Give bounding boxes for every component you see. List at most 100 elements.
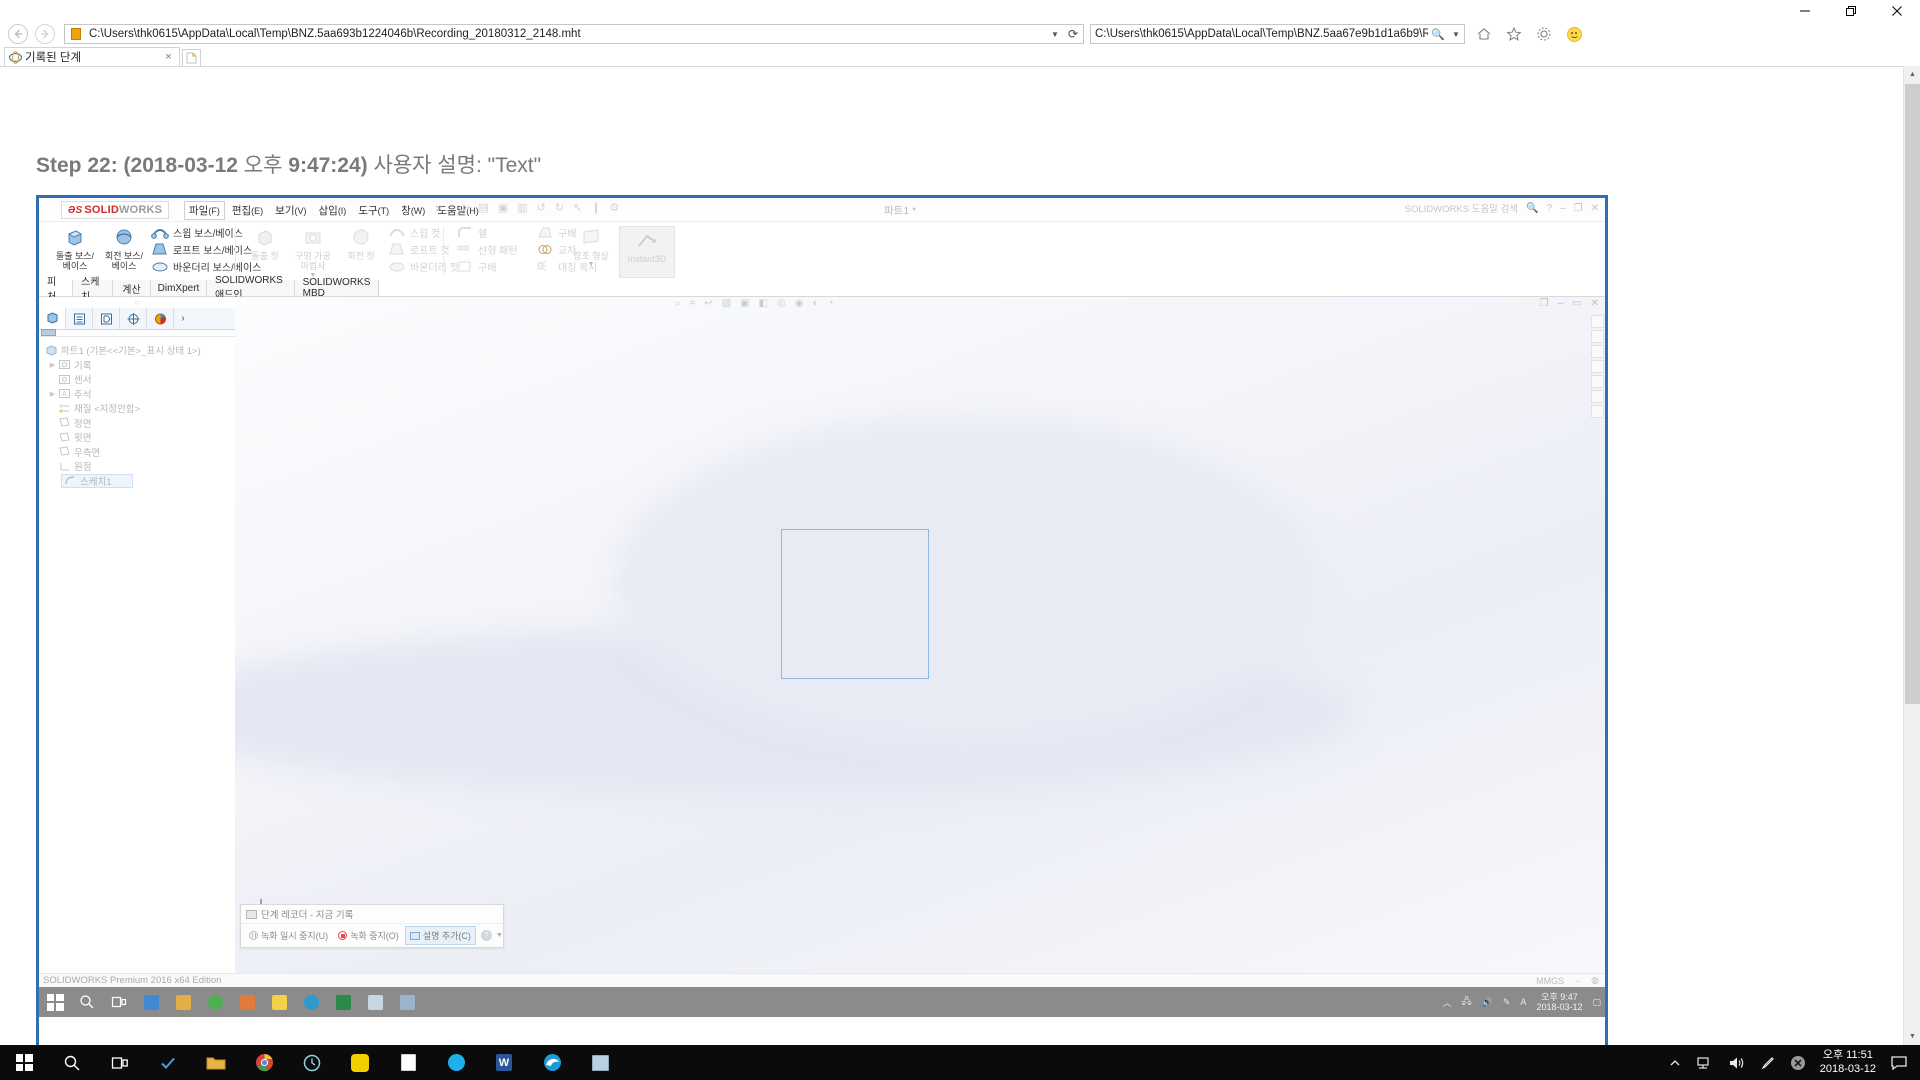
panel-tabs-more-icon[interactable]: ›	[174, 308, 192, 329]
smiley-icon[interactable]	[1565, 25, 1583, 43]
tab-solidworks-addins[interactable]: SOLIDWORKS 애드인	[207, 275, 295, 301]
tree-item-annotations[interactable]: ▶ A 주석	[43, 387, 235, 402]
previous-view-icon[interactable]: ↩	[704, 298, 712, 309]
select-icon[interactable]: ↖	[573, 201, 582, 214]
address-dropdown-icon[interactable]: ▼	[1047, 30, 1063, 39]
edge-icon[interactable]	[528, 1045, 576, 1080]
menu-item-window[interactable]: 창(W)	[396, 201, 430, 220]
gear-icon[interactable]	[1535, 25, 1553, 43]
inner-task-view-icon[interactable]	[103, 987, 135, 1017]
inner-start-button[interactable]	[39, 987, 71, 1017]
ribbon-item-loft-cut[interactable]: 로프트 컷	[387, 241, 459, 258]
help-search-input[interactable]: SOLIDWORKS 도움말 검색	[1405, 201, 1518, 215]
home-icon[interactable]	[1475, 25, 1493, 43]
save-icon[interactable]: ▣	[498, 201, 508, 214]
close-button[interactable]	[1874, 0, 1920, 22]
scroll-down-icon[interactable]: ▼	[1904, 1028, 1920, 1045]
menu-item-edit[interactable]: 편집(E)	[227, 201, 268, 220]
doc-maximize-icon[interactable]: ▭	[1572, 298, 1581, 309]
view-orientation-icon[interactable]: ▣	[740, 298, 749, 309]
sw-minimize-icon[interactable]: –	[1560, 203, 1566, 214]
apply-scene-icon[interactable]: ◐	[812, 298, 818, 309]
pin-menu-icon[interactable]: ✕	[435, 204, 443, 215]
notepad-icon[interactable]	[384, 1045, 432, 1080]
ribbon-button-reference-geometry[interactable]: 참조 형상 ▼	[569, 224, 613, 268]
file-explorer-icon[interactable]	[192, 1045, 240, 1080]
hide-show-icon[interactable]: ◎	[777, 298, 786, 309]
close-tab-icon[interactable]: ×	[162, 51, 175, 63]
ribbon-item-fillet[interactable]: 쉘	[455, 224, 518, 241]
task-view-icon[interactable]	[96, 1045, 144, 1080]
address-bar-primary[interactable]: C:\Users\thk0615\AppData\Local\Temp\BNZ.…	[64, 24, 1084, 44]
stop-recording-button[interactable]: 녹화 중지(O)	[334, 927, 403, 944]
inner-excel-icon[interactable]	[327, 987, 359, 1017]
ribbon-item-linear-pattern[interactable]: 선형 패턴	[455, 241, 518, 258]
inner-solidworks-icon[interactable]	[359, 987, 391, 1017]
ribbon-button-revolve-boss[interactable]: 회전 보스/베이스	[102, 224, 146, 272]
feature-manager-tab[interactable]	[39, 308, 66, 329]
inner-notepad-icon[interactable]	[231, 987, 263, 1017]
dimxpert-manager-tab[interactable]	[120, 308, 147, 329]
tree-item-part[interactable]: 파트1 (기본<<기본>_표시 상태 1>)	[43, 343, 235, 358]
search-dropdown-icon[interactable]: ▼	[1448, 30, 1464, 39]
help-icon[interactable]: ?	[1547, 203, 1553, 214]
ribbon-item-sweep-cut[interactable]: 스윕 컷	[387, 224, 459, 241]
tree-item-sensors[interactable]: 센서	[43, 372, 235, 387]
zoom-to-fit-icon[interactable]: ⌕	[675, 298, 681, 309]
task-pane-custom-properties-icon[interactable]	[1591, 405, 1604, 418]
overlay-toggle-icon[interactable]: ◍	[1591, 975, 1599, 986]
tree-item-history[interactable]: ▶ 기록	[43, 358, 235, 373]
unit-system-caret-icon[interactable]: -	[1576, 976, 1579, 986]
search-icon[interactable]	[48, 1045, 96, 1080]
refresh-icon[interactable]: ⟳	[1063, 27, 1083, 41]
solidworks-taskbar-icon[interactable]	[576, 1045, 624, 1080]
open-icon[interactable]: ▤	[478, 201, 488, 214]
task-pane-library-icon[interactable]	[1591, 330, 1604, 343]
tray-expand-icon[interactable]	[1668, 1056, 1682, 1070]
redo-icon[interactable]: ↻	[555, 201, 564, 214]
chrome-icon[interactable]	[240, 1045, 288, 1080]
rebuild-icon[interactable]: ❙	[591, 201, 600, 214]
doc-minimize-icon[interactable]: –	[1558, 298, 1564, 309]
minimize-button[interactable]	[1782, 0, 1828, 22]
inner-network-icon[interactable]: 🖧	[1462, 994, 1472, 1010]
browser-tab[interactable]: 기록된 단계 ×	[4, 47, 180, 66]
inner-recorder-icon[interactable]	[391, 987, 423, 1017]
inner-chrome-icon[interactable]	[199, 987, 231, 1017]
display-style-icon[interactable]: ◧	[759, 298, 768, 309]
action-center-icon[interactable]	[1890, 1055, 1908, 1071]
sketch-rectangle[interactable]	[781, 529, 929, 679]
inner-edge-icon[interactable]	[295, 987, 327, 1017]
ribbon-button-revolve-cut[interactable]: 회전 컷	[339, 224, 383, 261]
page-scrollbar[interactable]: ▲ ▼	[1903, 66, 1920, 1045]
inner-pen-icon[interactable]: ✎	[1503, 997, 1511, 1008]
back-button[interactable]	[4, 23, 31, 45]
ribbon-item-boundary-cut[interactable]: 바운더리 컷	[387, 258, 459, 275]
todo-icon[interactable]	[144, 1045, 192, 1080]
inner-search-icon[interactable]	[71, 987, 103, 1017]
doc-restore-icon[interactable]: ❐	[1540, 298, 1549, 309]
new-tab-button[interactable]	[182, 49, 201, 66]
ribbon-button-instant3d[interactable]: Instant3D	[619, 226, 675, 278]
sw-close-icon[interactable]: ✕	[1591, 203, 1599, 214]
scrollbar-thumb[interactable]	[1905, 84, 1920, 704]
tree-item-top-plane[interactable]: 윗면	[43, 430, 235, 445]
pen-icon[interactable]	[1760, 1055, 1776, 1071]
step-recorder-widget[interactable]: 단계 레코더 - 지금 기록 녹화 일시 중지(U) 녹화 중지(O) 설명 추…	[240, 904, 504, 948]
tab-solidworks-mbd[interactable]: SOLIDWORKS MBD	[295, 277, 379, 299]
ribbon-button-extrude-boss[interactable]: 돌출 보스/베이스	[53, 224, 97, 272]
task-pane-home-icon[interactable]	[1591, 315, 1604, 328]
search-icon[interactable]: 🔍	[1428, 28, 1448, 41]
ribbon-button-hole-wizard[interactable]: 구멍 가공 마법사 ▼	[291, 224, 335, 279]
undo-icon[interactable]: ↺	[537, 201, 546, 214]
tab-dimxpert[interactable]: DimXpert	[151, 280, 207, 296]
tab-evaluate[interactable]: 계산	[113, 280, 151, 296]
inner-clock[interactable]: 오후 9:47 2018-03-12	[1536, 992, 1582, 1013]
display-manager-tab[interactable]	[147, 308, 174, 329]
address-bar-secondary[interactable]: C:\Users\thk0615\AppData\Local\Temp\BNZ.…	[1090, 24, 1465, 44]
scroll-up-icon[interactable]: ▲	[1904, 66, 1920, 83]
task-pane-search-icon[interactable]	[1591, 360, 1604, 373]
inner-ime-icon[interactable]: A	[1520, 997, 1526, 1007]
inner-folder-icon[interactable]	[167, 987, 199, 1017]
forward-button[interactable]	[31, 23, 58, 45]
